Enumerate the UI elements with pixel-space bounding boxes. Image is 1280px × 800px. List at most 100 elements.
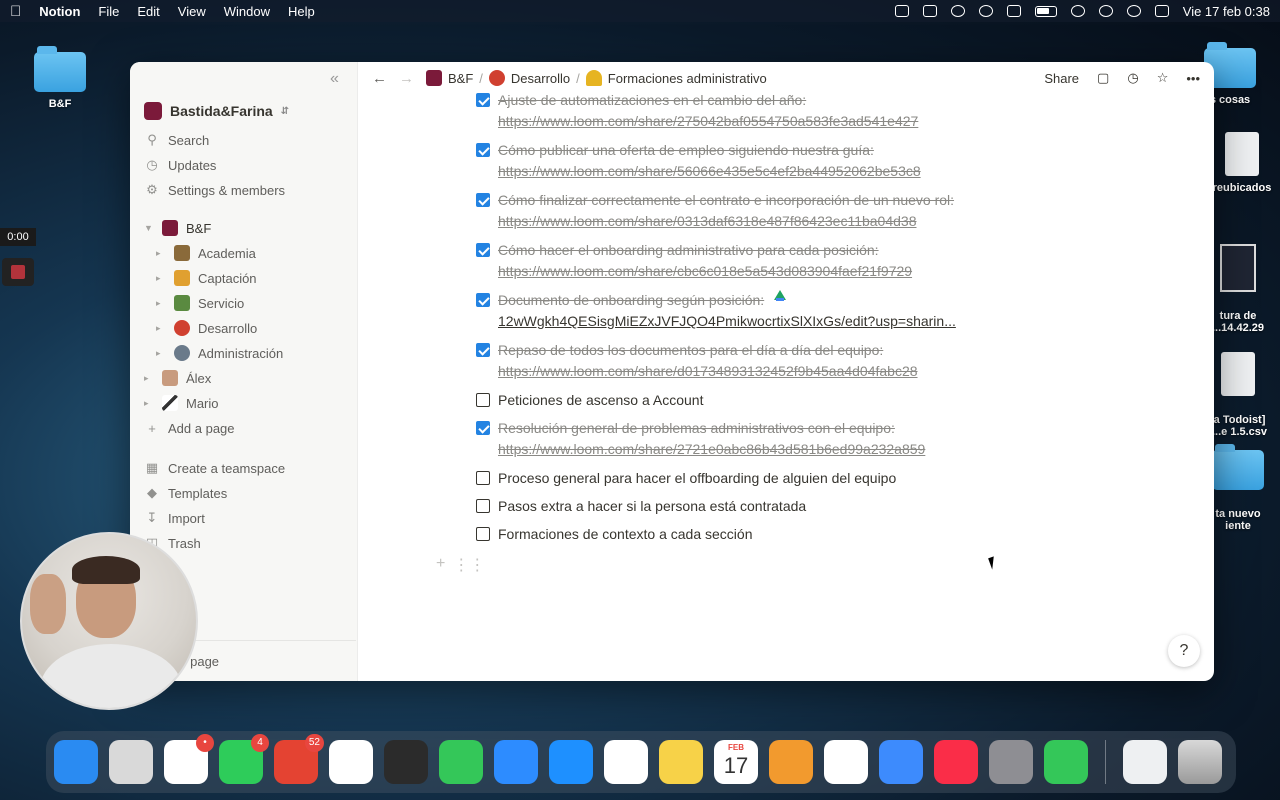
dock-app-notes[interactable] [659, 740, 703, 784]
dock-app-obs[interactable] [384, 740, 428, 784]
chevron-right-icon[interactable]: ▸ [156, 298, 166, 309]
dock-app-system-settings[interactable] [989, 740, 1033, 784]
desktop-item[interactable]: la Todoist] l...e 1.5.csv [1206, 340, 1270, 438]
todo-text[interactable]: Formaciones de contexto a cada sección [498, 524, 752, 545]
todo-text[interactable]: Proceso general para hacer el offboardin… [498, 468, 896, 489]
brightness-icon[interactable] [950, 5, 965, 17]
add-page-button[interactable]: + Add a page [144, 417, 234, 439]
sidebar-item-academia[interactable]: ▸ Academia [156, 242, 256, 264]
dock-app-launchpad[interactable] [109, 740, 153, 784]
chevron-right-icon[interactable]: ▸ [156, 248, 166, 259]
sidebar-item-import[interactable]: ↧ Import [144, 507, 205, 529]
sidebar-item-search[interactable]: ⚲ Search [144, 129, 209, 151]
breadcrumb-item[interactable]: Formaciones administrativo [608, 71, 767, 86]
todo-checkbox[interactable] [476, 193, 490, 207]
user-icon[interactable] [1098, 5, 1113, 17]
dock-app-finder[interactable] [54, 740, 98, 784]
todo-checkbox[interactable] [476, 343, 490, 357]
dock-app-messages[interactable] [1044, 740, 1088, 784]
dock-app-readdle[interactable] [824, 740, 868, 784]
chevron-right-icon[interactable]: ▸ [156, 323, 166, 334]
dock-app-safari[interactable] [549, 740, 593, 784]
favorite-star-icon[interactable]: ☆ [1157, 70, 1169, 86]
drag-handle-icon[interactable]: ⋮⋮ [453, 555, 485, 575]
dock-app-chrome[interactable] [604, 740, 648, 784]
menu-window[interactable]: Window [224, 4, 270, 19]
todo-checkbox[interactable] [476, 527, 490, 541]
desktop-item[interactable]: reubicados [1212, 132, 1272, 194]
menu-view[interactable]: View [178, 4, 206, 19]
menu-help[interactable]: Help [288, 4, 315, 19]
todo-checkbox[interactable] [476, 243, 490, 257]
dock-app-facetime[interactable] [439, 740, 483, 784]
sidebar-item-create-teamspace[interactable]: ▦ Create a teamspace [144, 457, 285, 479]
apple-icon[interactable]:  [10, 3, 21, 20]
todo-link[interactable]: 12wWgkh4QESisgMiEZxJVFJQO4PmikwocrtixSlX… [498, 311, 956, 332]
more-options-icon[interactable]: ••• [1186, 71, 1200, 86]
dock-app-slack[interactable]: • [164, 734, 214, 784]
todo-text[interactable]: Resolución general de problemas administ… [498, 418, 895, 439]
todo-checkbox[interactable] [476, 393, 490, 407]
todo-checkbox[interactable] [476, 471, 490, 485]
collapse-sidebar-icon[interactable]: « [330, 70, 339, 88]
desktop-item[interactable]: tura de ...14.42.29 [1206, 232, 1270, 334]
dock-app-todoist[interactable]: 52 [274, 734, 324, 784]
todo-checkbox[interactable] [476, 499, 490, 513]
todo-checkbox[interactable] [476, 143, 490, 157]
stop-recording-button[interactable] [2, 258, 34, 286]
todo-text[interactable]: Cómo hacer el onboarding administrativo … [498, 240, 879, 261]
dock-app-calendar[interactable]: FEB 17 [714, 740, 758, 784]
menu-file[interactable]: File [98, 4, 119, 19]
sidebar-item-desarrollo[interactable]: ▸ Desarrollo [156, 317, 257, 339]
workspace-switcher[interactable]: Bastida&Farina ⇵ [144, 102, 289, 120]
todo-text[interactable]: Cómo publicar una oferta de empleo sigui… [498, 140, 874, 161]
todo-link[interactable]: https://www.loom.com/share/d017348931324… [498, 361, 918, 382]
control-center-icon[interactable] [1154, 5, 1169, 17]
share-button[interactable]: Share [1044, 71, 1079, 86]
menu-edit[interactable]: Edit [137, 4, 159, 19]
dock-app-zoom[interactable] [494, 740, 538, 784]
forward-arrow-icon[interactable]: → [399, 70, 414, 87]
todo-text[interactable]: Cómo finalizar correctamente el contrato… [498, 190, 954, 211]
app-status-icon[interactable] [922, 5, 937, 17]
help-button[interactable]: ? [1168, 635, 1200, 667]
todo-text[interactable]: Peticiones de ascenso a Account [498, 390, 703, 411]
dock-app-pages[interactable] [769, 740, 813, 784]
search-icon[interactable] [1126, 5, 1141, 17]
sidebar-teamspace[interactable]: ▼ B&F [144, 217, 211, 239]
camera-status-icon[interactable] [894, 5, 909, 17]
dock-pdf-document[interactable] [1123, 740, 1167, 784]
chevron-right-icon[interactable]: ▸ [156, 348, 166, 359]
sidebar-item-alex[interactable]: ▸ Álex [144, 367, 211, 389]
clock[interactable]: Vie 17 feb 0:38 [1183, 4, 1270, 19]
todo-link[interactable]: https://www.loom.com/share/56066e435e5c4… [498, 161, 921, 182]
chevron-right-icon[interactable]: ▸ [156, 273, 166, 284]
todo-text[interactable]: Repaso de todos los documentos para el d… [498, 340, 883, 361]
breadcrumb-item[interactable]: B&F [448, 71, 473, 86]
sidebar-item-mario[interactable]: ▸ Mario [144, 392, 219, 414]
add-block-icon[interactable]: + [436, 555, 445, 575]
comments-icon[interactable]: ▢ [1097, 70, 1109, 86]
sidebar-item-templates[interactable]: ◆ Templates [144, 482, 227, 504]
todo-checkbox[interactable] [476, 421, 490, 435]
sidebar-item-updates[interactable]: ◷ Updates [144, 154, 216, 176]
dock-trash-icon[interactable] [1178, 740, 1222, 784]
bluetooth-icon[interactable] [1006, 5, 1021, 17]
todo-checkbox[interactable] [476, 293, 490, 307]
sidebar-item-settings[interactable]: ⚙ Settings & members [144, 179, 285, 201]
menu-app-name[interactable]: Notion [39, 4, 80, 19]
history-icon[interactable]: ◷ [1127, 70, 1138, 86]
todo-text[interactable]: Ajuste de automatizaciones en el cambio … [498, 90, 806, 111]
todo-link[interactable]: https://www.loom.com/share/275042baf0554… [498, 111, 918, 132]
desktop-folder[interactable]: B&F [30, 46, 90, 110]
todo-text[interactable]: Pasos extra a hacer si la persona está c… [498, 496, 806, 517]
battery-icon[interactable] [1034, 5, 1057, 17]
dock-app-music[interactable] [934, 740, 978, 784]
desktop-item[interactable]: ta nuevo iente [1206, 438, 1270, 532]
dock-app-notion[interactable] [329, 740, 373, 784]
chevron-right-icon[interactable]: ▸ [144, 373, 154, 384]
dock-app-whatsapp[interactable]: 4 [219, 734, 269, 784]
todo-checkbox[interactable] [476, 93, 490, 107]
wifi-icon[interactable] [1070, 5, 1085, 17]
breadcrumb-item[interactable]: Desarrollo [511, 71, 570, 86]
